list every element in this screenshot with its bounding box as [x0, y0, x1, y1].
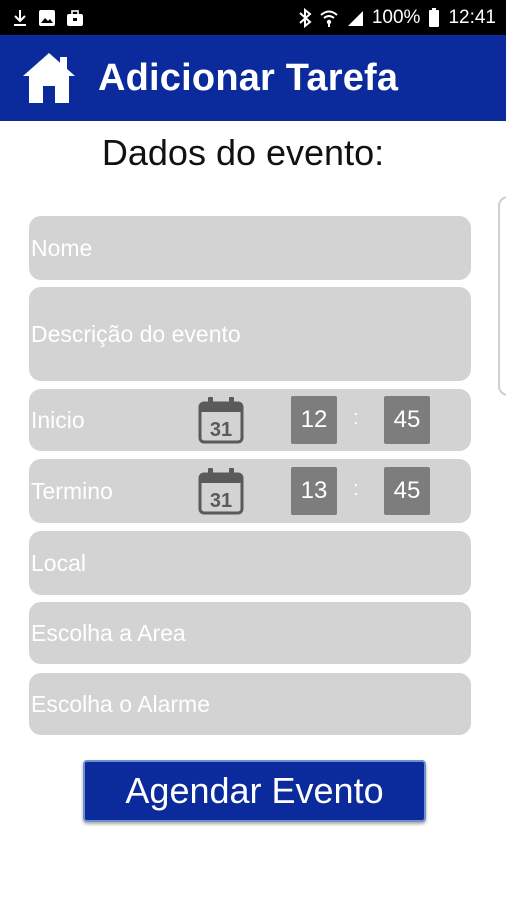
calendar-day: 31: [210, 419, 232, 441]
inicio-time-separator: :: [353, 407, 359, 429]
home-icon[interactable]: [20, 49, 78, 107]
nome-placeholder: Nome: [31, 234, 93, 261]
agendar-evento-button[interactable]: Agendar Evento: [83, 760, 426, 822]
inicio-row: Inicio 31 12 : 45: [29, 389, 471, 451]
briefcase-icon: [66, 9, 84, 27]
area-select[interactable]: Escolha a Area: [29, 602, 471, 664]
area-placeholder: Escolha a Area: [31, 619, 186, 646]
calendar-icon[interactable]: 31: [198, 467, 244, 515]
local-placeholder: Local: [31, 549, 86, 576]
image-icon: [38, 9, 56, 27]
status-time: 12:41: [448, 6, 496, 28]
nome-field[interactable]: Nome: [29, 216, 471, 280]
calendar-day: 31: [210, 490, 232, 512]
termino-label: Termino: [31, 477, 113, 504]
app-title: Adicionar Tarefa: [98, 56, 399, 99]
calendar-icon[interactable]: 31: [198, 396, 244, 444]
inicio-hour-box[interactable]: 12: [291, 396, 337, 444]
termino-minute-box[interactable]: 45: [384, 467, 430, 515]
bluetooth-icon: [298, 7, 312, 28]
termino-row: Termino 31 13 : 45: [29, 459, 471, 523]
status-bar: 100% 12:41: [0, 0, 506, 35]
app-bar: Adicionar Tarefa: [0, 35, 506, 121]
alarme-placeholder: Escolha o Alarme: [31, 690, 210, 717]
battery-percent: 100%: [371, 6, 421, 28]
termino-time-separator: :: [353, 478, 359, 500]
descricao-placeholder: Descrição do evento: [31, 320, 241, 347]
descricao-field[interactable]: Descrição do evento: [29, 287, 471, 381]
status-left-icons: [12, 9, 84, 27]
local-field[interactable]: Local: [29, 531, 471, 595]
wifi-icon: [320, 9, 338, 27]
status-right-icons: 100% 12:41: [298, 7, 496, 29]
inicio-label: Inicio: [31, 406, 85, 433]
termino-hour-box[interactable]: 13: [291, 467, 337, 515]
alarme-select[interactable]: Escolha o Alarme: [29, 673, 471, 735]
signal-icon: [346, 9, 364, 27]
download-icon: [12, 9, 28, 27]
section-heading: Dados do evento:: [101, 132, 385, 173]
battery-icon: [428, 7, 440, 28]
offscreen-panel-edge: [498, 196, 506, 396]
inicio-minute-box[interactable]: 45: [384, 396, 430, 444]
